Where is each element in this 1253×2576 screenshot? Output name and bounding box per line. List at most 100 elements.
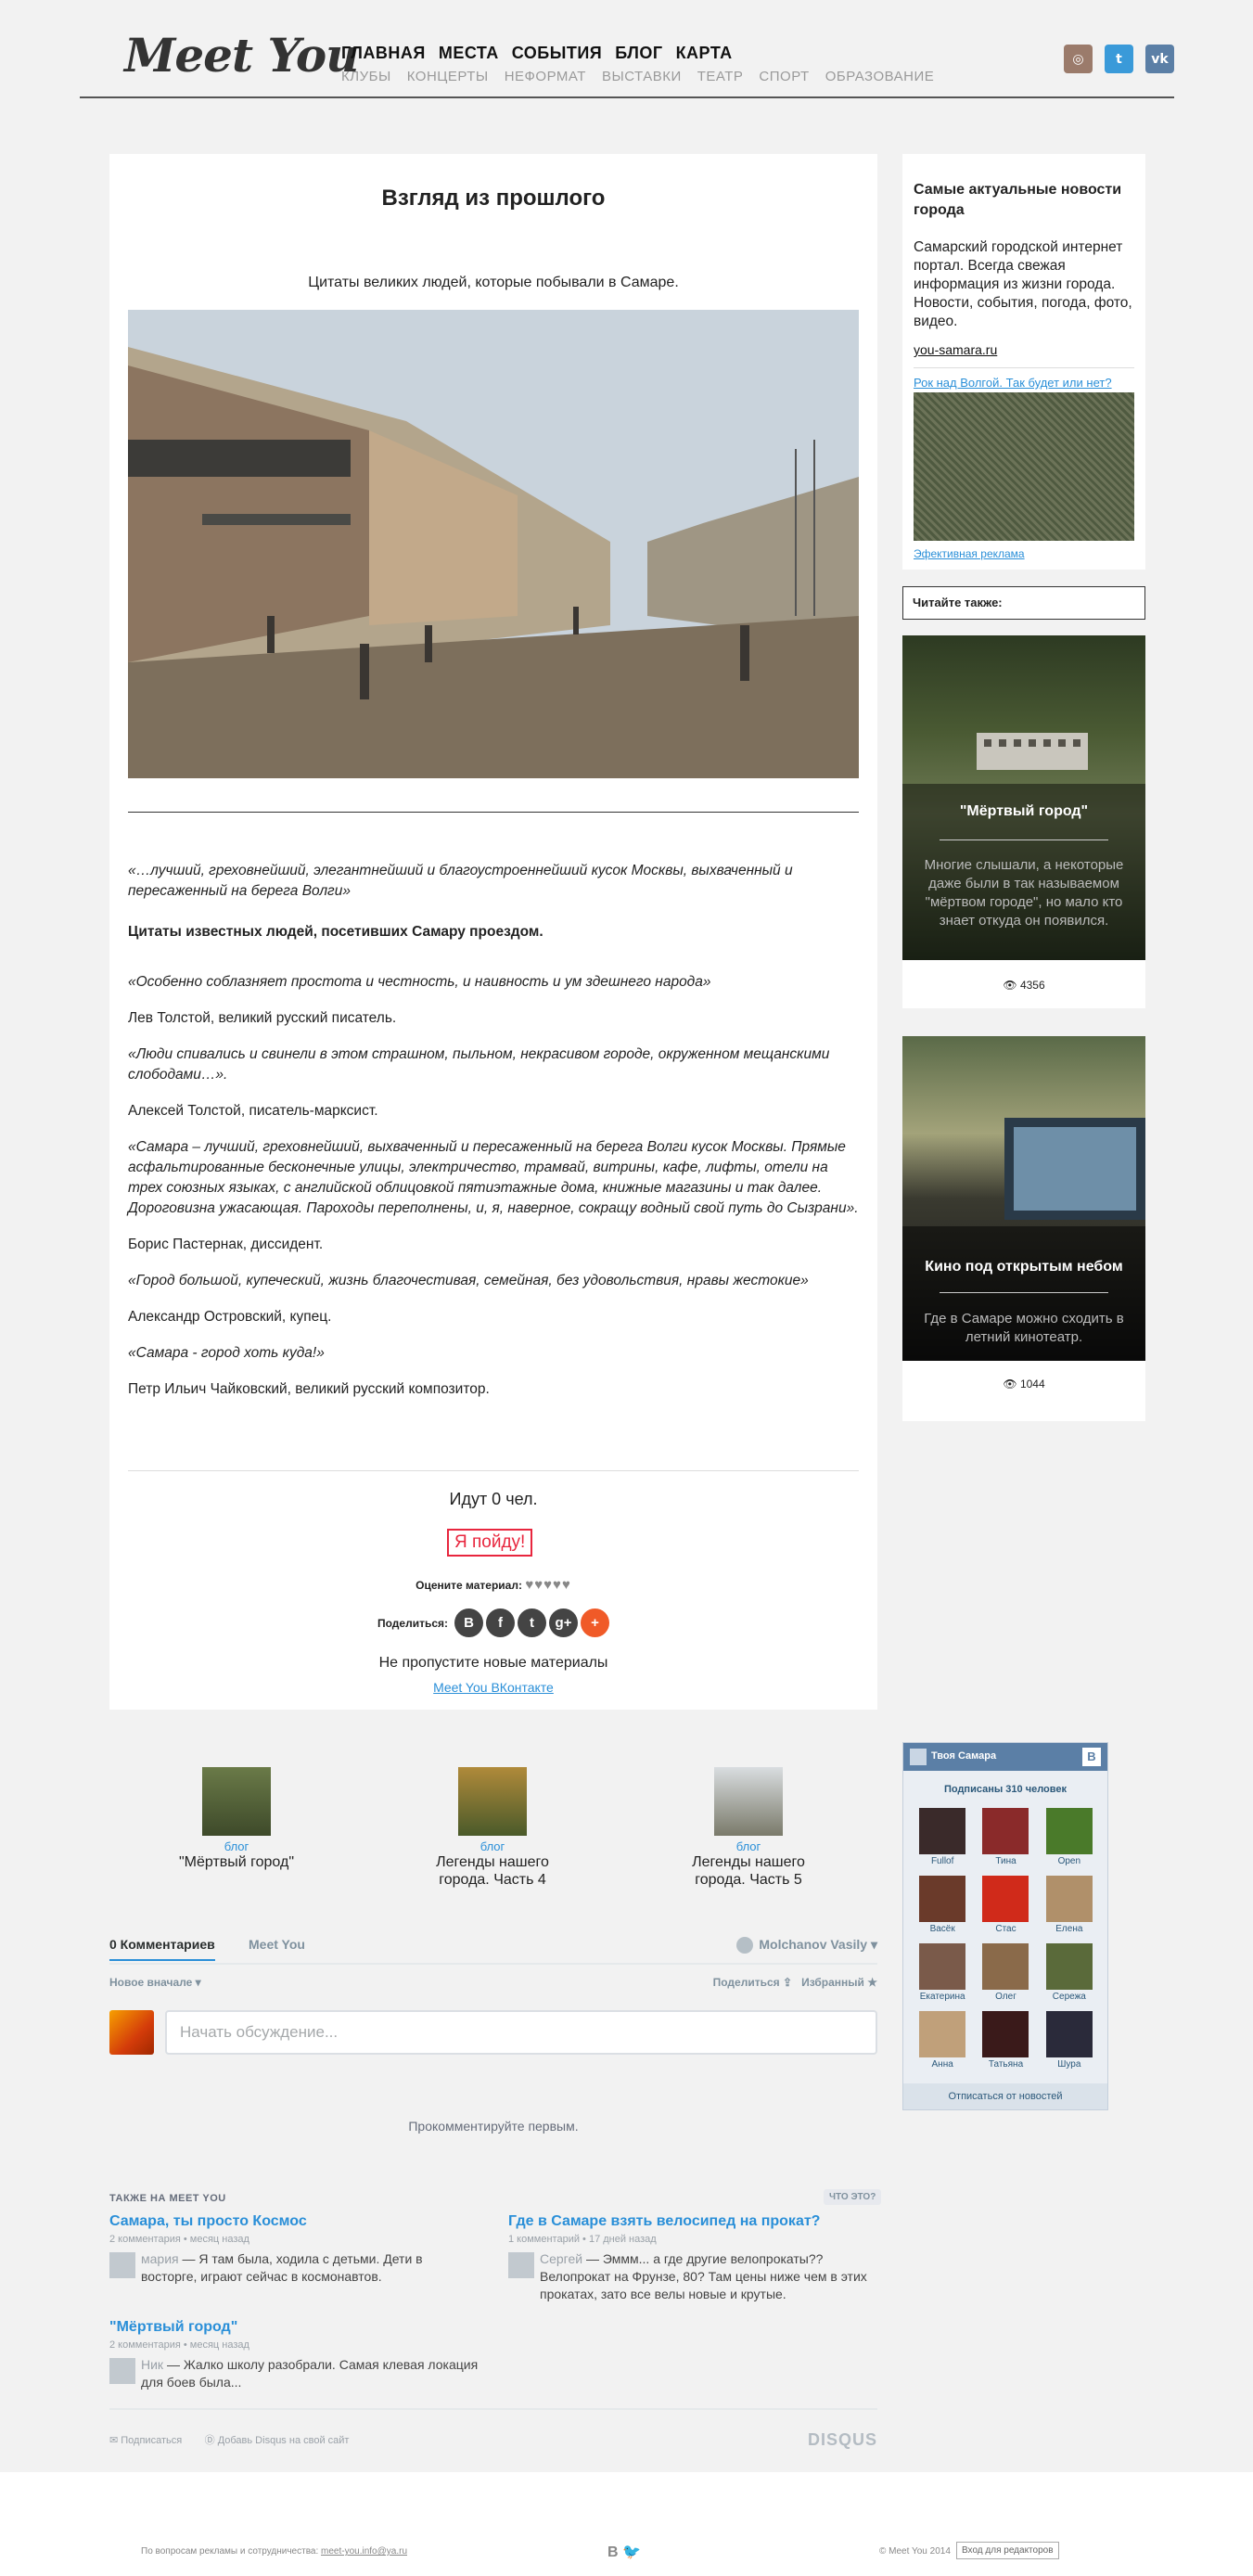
tab-community[interactable]: Meet You bbox=[249, 1937, 305, 1952]
site-logo[interactable]: Meet You bbox=[124, 28, 360, 83]
vk-member[interactable]: Татьяна bbox=[974, 2011, 1037, 2070]
nav-sub-theatre[interactable]: ТЕАТР bbox=[697, 69, 744, 84]
discussion-comment[interactable]: мария — Я там была, ходила с детьми. Дет… bbox=[109, 2250, 480, 2286]
vk-member-name[interactable]: Олег bbox=[995, 1992, 1016, 2002]
ad-link[interactable]: Рок над Волгой. Так будет или нет? bbox=[914, 376, 1112, 390]
avatar[interactable] bbox=[982, 1876, 1029, 1922]
nav-item-blog[interactable]: БЛОГ bbox=[615, 44, 662, 63]
sort-dropdown[interactable]: Новое вначале ▾ bbox=[109, 1976, 201, 1989]
share-button[interactable]: Поделиться bbox=[713, 1976, 780, 1989]
vk-member[interactable]: Анна bbox=[911, 2011, 974, 2070]
vk-share-icon[interactable]: B bbox=[454, 1608, 483, 1637]
discussion-title[interactable]: Где в Самаре взять велосипед на прокат? bbox=[508, 2213, 879, 2230]
nav-item-map[interactable]: КАРТА bbox=[676, 44, 733, 63]
related-card[interactable]: "Мёртвый город" Многие слышали, а некото… bbox=[902, 635, 1145, 1008]
avatar[interactable] bbox=[1045, 1808, 1093, 1854]
related-title[interactable]: Легенды нашего города. Часть 4 bbox=[414, 1853, 571, 1889]
vk-member[interactable]: Стас bbox=[974, 1876, 1037, 1934]
vk-group-name[interactable]: Твоя Самара bbox=[931, 1750, 996, 1762]
related-thumb[interactable] bbox=[458, 1767, 527, 1836]
footer-social-icons[interactable]: B 🐦 bbox=[607, 2543, 641, 2561]
related-post[interactable]: блог Легенды нашего города. Часть 5 bbox=[670, 1767, 827, 1889]
twitter-icon[interactable]: t bbox=[1105, 45, 1133, 73]
vk-member-name[interactable]: Open bbox=[1058, 1856, 1080, 1866]
vk-member[interactable]: Тина bbox=[974, 1808, 1037, 1866]
ad-url[interactable]: you-samara.ru bbox=[914, 342, 997, 357]
disqus-user-name[interactable]: Molchanov Vasily bbox=[759, 1937, 867, 1952]
related-thumb[interactable] bbox=[714, 1767, 783, 1836]
vk-member-name[interactable]: Екатерина bbox=[920, 1992, 965, 2002]
rating-hearts-icon[interactable]: ♥♥♥♥♥ bbox=[525, 1577, 571, 1593]
vk-member[interactable]: Fullof bbox=[911, 1808, 974, 1866]
vk-member-name[interactable]: Татьяна bbox=[989, 2059, 1023, 2070]
avatar[interactable] bbox=[1045, 1876, 1093, 1922]
vk-member[interactable]: Шура bbox=[1038, 2011, 1101, 2070]
vk-member-name[interactable]: Тина bbox=[995, 1856, 1016, 1866]
avatar[interactable] bbox=[1045, 2011, 1093, 2057]
discussion-title[interactable]: Самара, ты просто Космос bbox=[109, 2213, 480, 2230]
vk-member[interactable]: Сережа bbox=[1038, 1943, 1101, 2002]
vk-group-link[interactable]: Meet You ВКонтакте bbox=[109, 1680, 877, 1695]
vk-logo-icon[interactable]: B bbox=[1082, 1748, 1101, 1766]
discussion-item[interactable]: Самара, ты просто Космос 2 комментария •… bbox=[109, 2213, 480, 2286]
share-icon[interactable]: ⇪ bbox=[783, 1976, 792, 1989]
vk-member-name[interactable]: Fullof bbox=[931, 1856, 953, 1866]
ad-title[interactable]: Самые актуальные новости города bbox=[914, 180, 1136, 221]
avatar[interactable] bbox=[919, 2011, 966, 2057]
vk-member[interactable]: Елена bbox=[1038, 1876, 1101, 1934]
vk-member-name[interactable]: Анна bbox=[932, 2059, 953, 2070]
avatar[interactable] bbox=[919, 1876, 966, 1922]
related-category[interactable]: блог bbox=[158, 1839, 315, 1853]
editors-login-button[interactable]: Вход для редакторов bbox=[956, 2542, 1059, 2559]
related-title[interactable]: "Мёртвый город" bbox=[158, 1853, 315, 1871]
vk-member[interactable]: Олег bbox=[974, 1943, 1037, 2002]
nav-item-places[interactable]: МЕСТА bbox=[439, 44, 499, 63]
disqus-user-menu[interactable]: Molchanov Vasily ▾ bbox=[736, 1937, 877, 1954]
nav-sub-education[interactable]: ОБРАЗОВАНИЕ bbox=[825, 69, 935, 84]
tab-comments[interactable]: 0 Комментариев bbox=[109, 1937, 215, 1961]
nav-sub-sport[interactable]: СПОРТ bbox=[759, 69, 809, 84]
instagram-icon[interactable]: ◎ bbox=[1064, 45, 1093, 73]
vk-member-name[interactable]: Елена bbox=[1055, 1924, 1082, 1934]
discussion-comment[interactable]: Ник — Жалко школу разобрали. Самая клева… bbox=[109, 2356, 480, 2391]
vk-unsubscribe-button[interactable]: Отписаться от новостей bbox=[903, 2083, 1107, 2109]
related-card[interactable]: Кино под открытым небом Где в Самаре мож… bbox=[902, 1036, 1145, 1421]
discussion-title[interactable]: "Мёртвый город" bbox=[109, 2319, 480, 2336]
facebook-share-icon[interactable]: f bbox=[486, 1608, 515, 1637]
nav-sub-neformat[interactable]: НЕФОРМАТ bbox=[505, 69, 586, 84]
vk-member[interactable]: Open bbox=[1038, 1808, 1101, 1866]
disqus-logo[interactable]: DISQUS bbox=[808, 2430, 877, 2450]
card-title[interactable]: "Мёртвый город" bbox=[902, 803, 1145, 820]
nav-item-home[interactable]: ГЛАВНАЯ bbox=[341, 44, 426, 63]
ad-image[interactable] bbox=[914, 392, 1134, 541]
nav-sub-concerts[interactable]: КОНЦЕРТЫ bbox=[407, 69, 489, 84]
vk-icon[interactable]: vk bbox=[1145, 45, 1174, 73]
attend-button[interactable]: Я пойду! bbox=[447, 1529, 533, 1557]
what-is-this-button[interactable]: ЧТО ЭТО? bbox=[824, 2189, 882, 2205]
disqus-subscribe-link[interactable]: ✉ Подписаться bbox=[109, 2435, 182, 2446]
related-category[interactable]: блог bbox=[414, 1839, 571, 1853]
card-title[interactable]: Кино под открытым небом bbox=[902, 1259, 1145, 1275]
vk-member[interactable]: Васёк bbox=[911, 1876, 974, 1934]
vk-subscribers-count[interactable]: Подписаны 310 человек bbox=[903, 1771, 1107, 1795]
vk-member-name[interactable]: Васёк bbox=[930, 1924, 955, 1934]
related-category[interactable]: блог bbox=[670, 1839, 827, 1853]
avatar[interactable] bbox=[919, 1943, 966, 1990]
avatar[interactable] bbox=[919, 1808, 966, 1854]
avatar[interactable] bbox=[982, 2011, 1029, 2057]
vk-member[interactable]: Екатерина bbox=[911, 1943, 974, 2002]
related-post[interactable]: блог Легенды нашего города. Часть 4 bbox=[414, 1767, 571, 1889]
ad-effective-link[interactable]: Эфективная реклама bbox=[914, 547, 1025, 560]
vk-group-avatar[interactable] bbox=[910, 1749, 927, 1765]
avatar[interactable] bbox=[109, 2010, 154, 2055]
nav-sub-exhibitions[interactable]: ВЫСТАВКИ bbox=[602, 69, 682, 84]
avatar[interactable] bbox=[982, 1808, 1029, 1854]
nav-item-events[interactable]: СОБЫТИЯ bbox=[512, 44, 602, 63]
nav-sub-clubs[interactable]: КЛУБЫ bbox=[341, 69, 391, 84]
avatar[interactable] bbox=[982, 1943, 1029, 1990]
vk-member-name[interactable]: Шура bbox=[1057, 2059, 1080, 2070]
more-share-icon[interactable]: + bbox=[581, 1608, 609, 1637]
googleplus-share-icon[interactable]: g+ bbox=[549, 1608, 578, 1637]
comment-input[interactable]: Начать обсуждение... bbox=[165, 2010, 877, 2055]
vk-member-name[interactable]: Стас bbox=[995, 1924, 1016, 1934]
